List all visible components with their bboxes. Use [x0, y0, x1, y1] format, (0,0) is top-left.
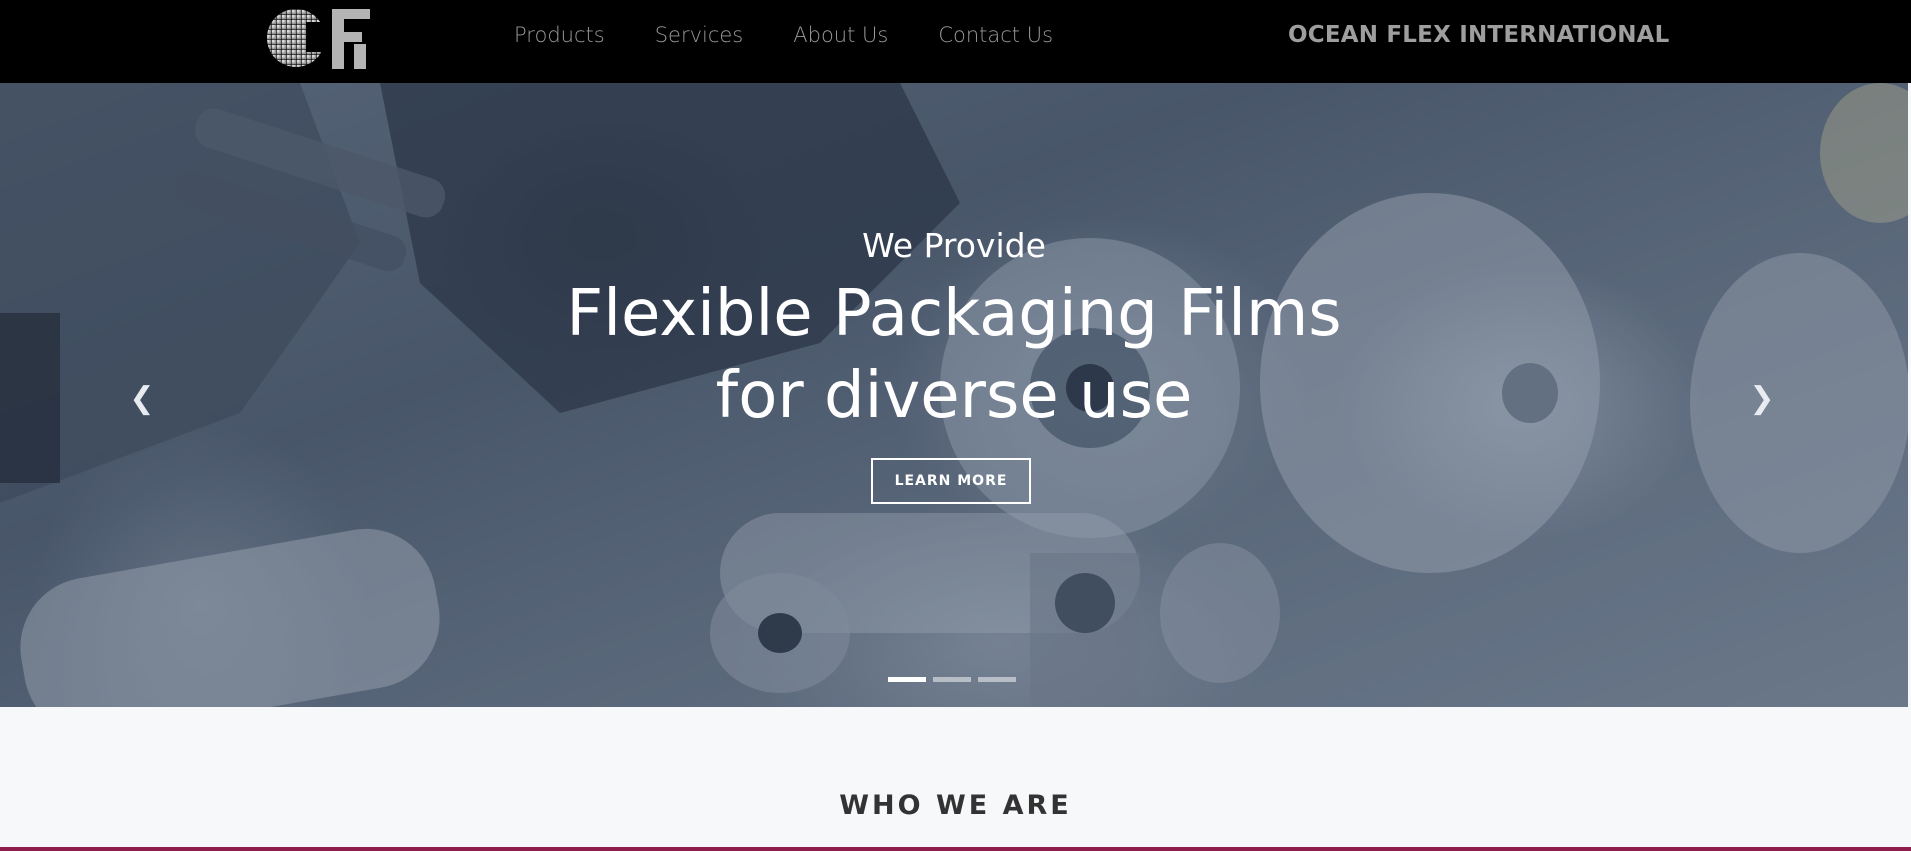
- carousel-indicator-2[interactable]: [933, 677, 971, 682]
- page: Products Services About Us Contact Us OC…: [0, 0, 1911, 851]
- nav-contact-us[interactable]: Contact Us: [938, 23, 1053, 47]
- carousel-next-button[interactable]: ❯: [1742, 373, 1782, 423]
- ofi-logo-icon[interactable]: [266, 4, 376, 70]
- hero-carousel: We Provide Flexible Packaging Films for …: [0, 83, 1908, 707]
- hero-title-line-1: Flexible Packaging Films: [566, 277, 1342, 351]
- section-title-who-we-are: WHO WE ARE: [839, 790, 1072, 821]
- hero-title: Flexible Packaging Films for diverse use: [0, 273, 1908, 437]
- brand-name[interactable]: OCEAN FLEX INTERNATIONAL: [1288, 0, 1670, 70]
- main-nav: Products Services About Us Contact Us: [514, 0, 1103, 70]
- nav-services[interactable]: Services: [655, 23, 744, 47]
- carousel-indicator-1[interactable]: [888, 677, 926, 682]
- top-navbar: Products Services About Us Contact Us OC…: [0, 0, 1911, 83]
- section-divider: [0, 847, 1911, 851]
- carousel-indicator-3[interactable]: [978, 677, 1016, 682]
- chevron-right-icon: ❯: [1749, 380, 1775, 416]
- learn-more-button[interactable]: LEARN MORE: [871, 458, 1031, 504]
- hero-kicker: We Provide: [862, 226, 1046, 265]
- nav-products[interactable]: Products: [514, 23, 605, 47]
- hero-title-line-2: for diverse use: [715, 359, 1193, 433]
- hero-caption: We Provide Flexible Packaging Films for …: [0, 83, 1908, 707]
- nav-about-us[interactable]: About Us: [793, 23, 888, 47]
- chevron-left-icon: ❮: [129, 380, 155, 416]
- carousel-prev-button[interactable]: ❮: [122, 373, 162, 423]
- carousel-indicators: [888, 677, 1023, 682]
